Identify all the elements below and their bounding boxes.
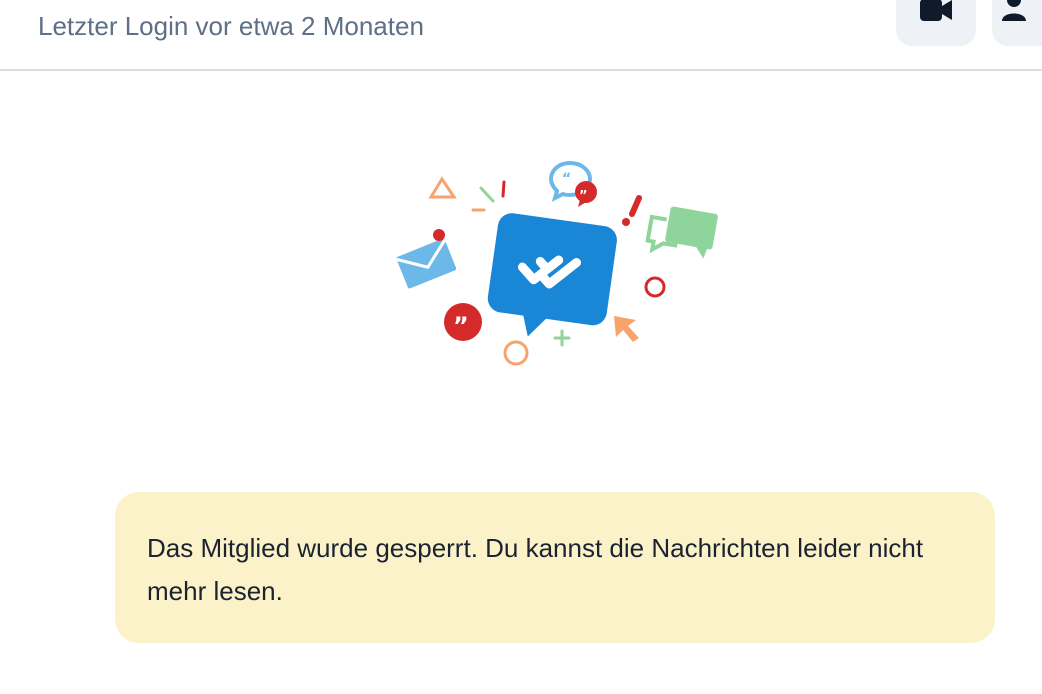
svg-text:”: ” [579, 189, 588, 204]
notice-message: Das Mitglied wurde gesperrt. Du kannst d… [147, 533, 924, 606]
last-login-status: Letzter Login vor etwa 2 Monaten [38, 11, 424, 41]
empty-chat-illustration: “ ” ” [380, 150, 730, 380]
green-chat-icon [645, 206, 718, 259]
cursor-arrow-icon [614, 316, 639, 342]
user-icon [1002, 0, 1026, 26]
video-call-button[interactable] [896, 0, 976, 46]
quote-bubble-icon: “ ” [548, 160, 597, 207]
envelope-icon [396, 238, 457, 289]
profile-button[interactable] [992, 0, 1042, 46]
blocked-member-notice: Das Mitglied wurde gesperrt. Du kannst d… [115, 492, 995, 643]
video-camera-icon [920, 0, 952, 26]
quote-circle-icon: ” [444, 303, 482, 341]
svg-text:“: “ [562, 171, 571, 187]
conversation-header: Letzter Login vor etwa 2 Monaten [0, 0, 1042, 71]
svg-text:”: ” [453, 312, 469, 340]
chat-bubble-icon [487, 213, 617, 337]
